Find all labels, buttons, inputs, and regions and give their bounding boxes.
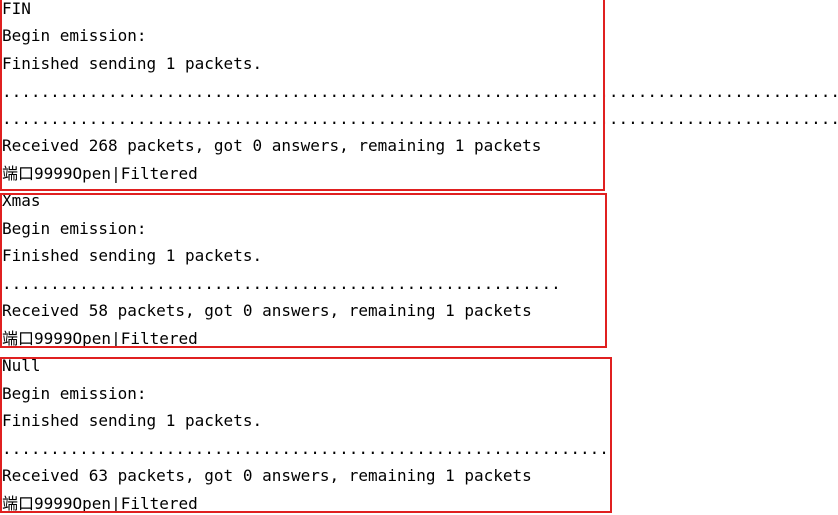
- progress-dots-line: ........................................…: [2, 109, 838, 128]
- scan-title-null: Null: [2, 356, 41, 375]
- begin-emission-line: Begin emission:: [2, 219, 147, 238]
- received-summary-line: Received 268 packets, got 0 answers, rem…: [2, 136, 542, 155]
- finished-sending-line: Finished sending 1 packets.: [2, 246, 263, 265]
- progress-dots-line: ........................................…: [2, 274, 561, 293]
- port-status-line: 端口9999Open|Filtered: [2, 329, 198, 348]
- received-summary-line: Received 58 packets, got 0 answers, rema…: [2, 301, 532, 320]
- finished-sending-line: Finished sending 1 packets.: [2, 54, 263, 73]
- port-status-line: 端口9999Open|Filtered: [2, 164, 198, 183]
- begin-emission-line: Begin emission:: [2, 384, 147, 403]
- highlight-box-null: [0, 357, 612, 513]
- received-summary-line: Received 63 packets, got 0 answers, rema…: [2, 466, 532, 485]
- progress-dots-line: ........................................…: [2, 82, 838, 101]
- port-status-line: 端口9999Open|Filtered: [2, 494, 198, 513]
- begin-emission-line: Begin emission:: [2, 26, 147, 45]
- terminal-output: FIN Begin emission: Finished sending 1 p…: [0, 0, 838, 515]
- scan-title-xmas: Xmas: [2, 191, 41, 210]
- finished-sending-line: Finished sending 1 packets.: [2, 411, 263, 430]
- progress-dots-line: ........................................…: [2, 439, 609, 458]
- scan-title-fin: FIN: [2, 0, 31, 18]
- highlight-box-xmas: [0, 193, 607, 348]
